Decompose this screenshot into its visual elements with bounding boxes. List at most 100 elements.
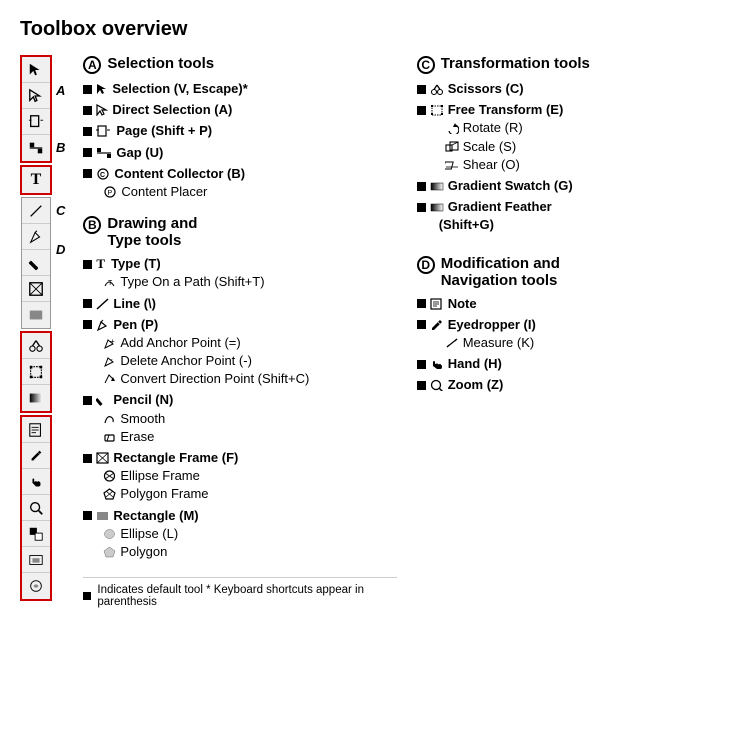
polygon-frame-icon — [103, 488, 116, 500]
tool-sub-smooth: Smooth — [83, 410, 396, 428]
toolbox-sidebar: T — [20, 55, 65, 608]
pencil-tool[interactable] — [22, 250, 50, 276]
default-tool-indicator — [417, 360, 426, 369]
section-a-title: A Selection tools — [83, 55, 396, 74]
delete-anchor-icon: - — [103, 355, 116, 367]
rectangle-frame-tool[interactable] — [22, 276, 50, 302]
type-tool[interactable]: T — [22, 167, 50, 193]
page-title: Toolbox overview — [20, 18, 730, 41]
type-on-path-icon: T — [103, 276, 116, 288]
default-tool-indicator — [83, 299, 92, 308]
footnote-text: Indicates default tool * Keyboard shortc… — [97, 584, 396, 608]
tool-label: Direct Selection (A) — [112, 101, 232, 119]
gradient-feather-icon — [430, 201, 444, 213]
rotate-icon — [445, 122, 459, 134]
list-item: Rectangle Frame (F) Ellipse Frame Polygo… — [83, 449, 396, 504]
pen-icon — [96, 319, 109, 331]
label-a-wrap: A — [56, 83, 65, 98]
tool-label: Zoom (Z) — [448, 376, 504, 394]
tool-main: C Content Collector (B) — [83, 165, 396, 183]
tool-sub-measure: Measure (K) — [417, 334, 730, 352]
free-transform-tool[interactable] — [22, 359, 50, 385]
list-item: T Type (T) T Type On a Path (Shift+T) — [83, 255, 396, 291]
tool-label: Note — [448, 295, 477, 313]
gradient-swatch-icon — [430, 180, 444, 192]
note-icon — [430, 298, 444, 310]
svg-text:T: T — [108, 280, 113, 287]
sub-label: Polygon Frame — [120, 485, 208, 503]
toolbox-group-d — [20, 415, 52, 601]
tool-main: Hand (H) — [417, 355, 730, 373]
hand-icon — [430, 358, 444, 370]
tool-label: Pencil (N) — [113, 391, 173, 409]
erase-icon — [103, 431, 116, 443]
group-label-d: D — [56, 242, 65, 257]
content-placer-icon: P — [103, 186, 117, 198]
free-transform-icon — [430, 104, 444, 116]
gradient-feather-shortcut: (Shift+G) — [417, 216, 730, 234]
right-section: C Transformation tools Scissors (C) — [417, 55, 730, 608]
tool-sub-polygon: Polygon — [83, 543, 396, 561]
group-label-a: A — [56, 83, 65, 98]
rect-frame-icon — [96, 452, 109, 464]
section-d-list: Note Eyedropper (I) Measure ( — [417, 295, 730, 395]
tool-main: Scissors (C) — [417, 80, 730, 98]
tool-sub-scale: Scale (S) — [417, 138, 730, 156]
extra-tool-1[interactable] — [22, 547, 50, 573]
hand-tool[interactable] — [22, 469, 50, 495]
list-item: Line (\) — [83, 295, 396, 313]
section-d-label: Modification andNavigation tools — [441, 255, 560, 289]
tool-label: Rectangle (M) — [113, 507, 198, 525]
eyedropper-icon — [430, 319, 444, 331]
scale-icon — [445, 141, 459, 153]
section-d: D Modification andNavigation tools Note — [417, 255, 730, 395]
gap-tool[interactable] — [22, 135, 50, 161]
direct-selection-tool[interactable] — [22, 83, 50, 109]
eyedropper-tool[interactable] — [22, 443, 50, 469]
sub-label: Smooth — [120, 410, 165, 428]
tool-sub-erase: Erase — [83, 428, 396, 446]
color-swatch-tool[interactable] — [22, 521, 50, 547]
sub-label: Delete Anchor Point (-) — [120, 352, 252, 370]
tool-main: Zoom (Z) — [417, 376, 730, 394]
page: Toolbox overview — [0, 0, 750, 618]
default-tool-indicator — [417, 299, 426, 308]
zoom-tool[interactable] — [22, 495, 50, 521]
tool-main: Line (\) — [83, 295, 396, 313]
page-icon — [96, 125, 112, 137]
pen-tool[interactable] — [22, 224, 50, 250]
label-d-wrap: D — [56, 242, 65, 257]
tool-label: Free Transform (E) — [448, 101, 564, 119]
tool-main: T Type (T) — [83, 255, 396, 273]
tool-main: Direct Selection (A) — [83, 101, 396, 119]
extra-tool-2[interactable] — [22, 573, 50, 599]
line-tool[interactable] — [22, 198, 50, 224]
list-item: Gap (U) — [83, 144, 396, 162]
list-item: Gradient Swatch (G) — [417, 177, 730, 195]
add-anchor-icon: + — [103, 337, 116, 349]
default-tool-indicator — [417, 106, 426, 115]
rectangle-tool[interactable] — [22, 302, 50, 328]
default-tool-indicator — [417, 203, 426, 212]
sub-label: Ellipse (L) — [120, 525, 178, 543]
gradient-swatch-tool[interactable] — [22, 385, 50, 411]
scissors-tool[interactable] — [22, 333, 50, 359]
rectangle-icon — [96, 510, 109, 522]
line-icon — [96, 298, 109, 310]
tool-label: Eyedropper (I) — [448, 316, 536, 334]
section-b: B Drawing andType tools T Type (T) T — [83, 215, 396, 561]
svg-text:C: C — [100, 172, 105, 179]
tool-label: Pen (P) — [113, 316, 158, 334]
default-tool-indicator — [83, 454, 92, 463]
section-b-title: B Drawing andType tools — [83, 215, 396, 249]
page-tool[interactable] — [22, 109, 50, 135]
list-item: Direct Selection (A) — [83, 101, 396, 119]
tool-main: Note — [417, 295, 730, 313]
default-tool-indicator — [83, 260, 92, 269]
default-tool-indicator — [417, 85, 426, 94]
tool-main: Gradient Swatch (G) — [417, 177, 730, 195]
tool-label: Line (\) — [113, 295, 156, 313]
selection-tool[interactable] — [22, 57, 50, 83]
note-tool[interactable] — [22, 417, 50, 443]
selection-icon — [96, 83, 108, 95]
